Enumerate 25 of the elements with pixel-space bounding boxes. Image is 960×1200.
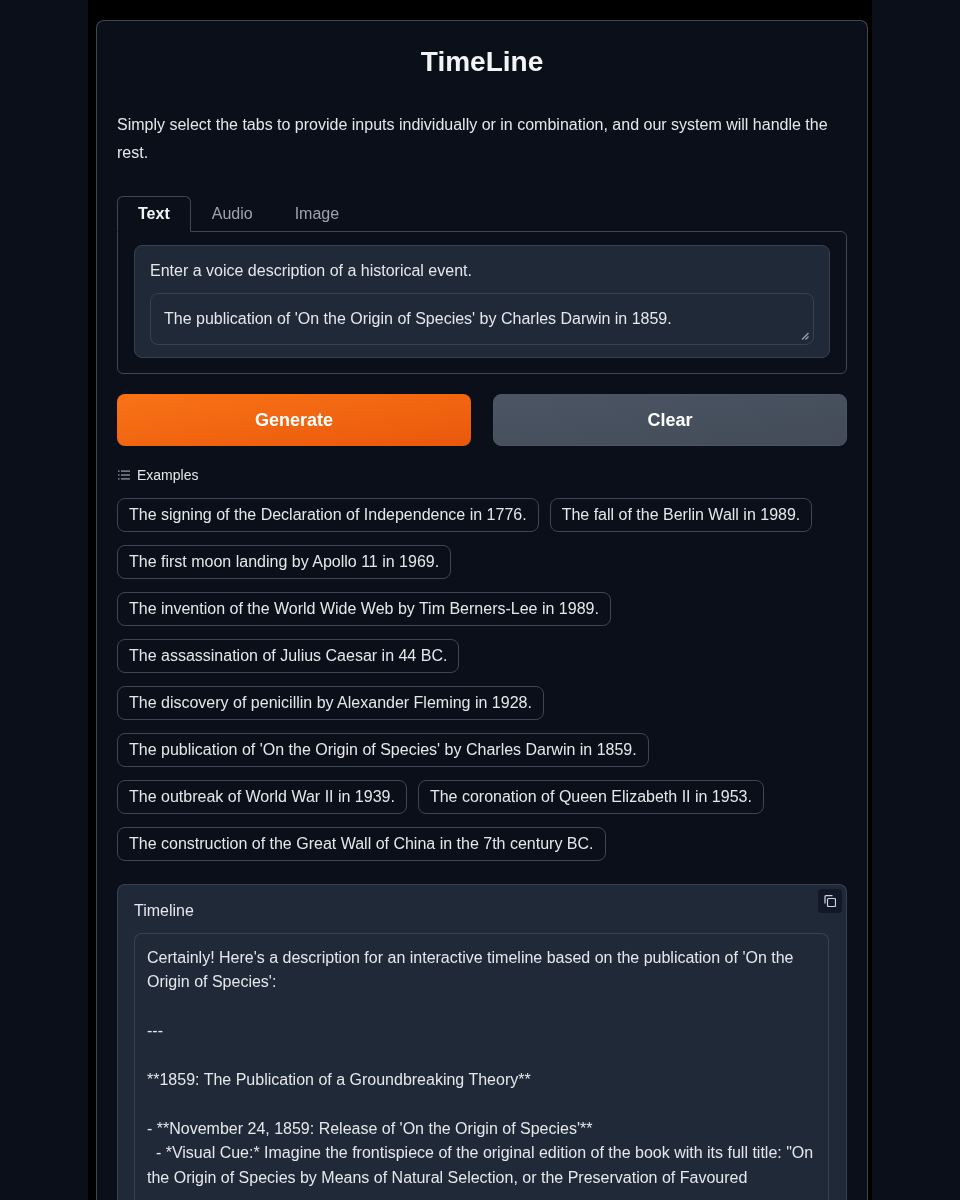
- app-description: Simply select the tabs to provide inputs individually or in combination, and our system will handle the rest.: [117, 115, 829, 163]
- example-chip[interactable]: The outbreak of World War II in 1939.: [117, 780, 407, 814]
- example-chip[interactable]: The invention of the World Wide Web by Tim Berners-Lee in 1989.: [117, 592, 611, 626]
- example-chip[interactable]: The discovery of penicillin by Alexander Fleming in 1928.: [117, 686, 544, 720]
- copy-icon: [824, 895, 836, 907]
- examples-title: Examples: [137, 466, 199, 484]
- example-chip[interactable]: The assassination of Julius Caesar in 44 BC.: [117, 639, 460, 673]
- text-input-field[interactable]: The publication of 'On the Origin of Species' by Charles Darwin in 1859.: [150, 293, 814, 345]
- example-chip[interactable]: The coronation of Queen Elizabeth II in 1953.: [417, 780, 764, 814]
- example-chip[interactable]: The first moon landing by Apollo 11 in 1969.: [117, 545, 452, 579]
- output-textbox[interactable]: Certainly! Here's a description for an interactive timeline based on the publication of 'On the Origin of Species': --- **1859: The Publication of a Groundbreaking Theory** - **November 24, 1859: Release of 'On the Origin of Species'** - *Visual Cue:* Imagine the frontispiece of the original edition of the book with its full title: "On the Origin of Species by Means of Natural Selection, or the Preservation of Favoured: [134, 933, 829, 1200]
- example-chip[interactable]: The publication of 'On the Origin of Species' by Charles Darwin in 1859.: [117, 733, 649, 767]
- tab[interactable]: Audio: [190, 196, 274, 232]
- tab[interactable]: Image: [273, 196, 361, 232]
- tab[interactable]: Text: [117, 196, 191, 232]
- list-icon: [118, 470, 130, 480]
- input-label: Enter a voice description of a historical event.: [150, 261, 472, 281]
- clear-button[interactable]: Clear: [493, 394, 847, 446]
- example-chip[interactable]: The construction of the Great Wall of China in the 7th century BC.: [117, 827, 606, 861]
- app-title: TimeLine: [420, 45, 544, 79]
- copy-button[interactable]: [818, 889, 842, 913]
- example-chip[interactable]: The fall of the Berlin Wall in 1989.: [549, 498, 813, 532]
- resize-handle-icon[interactable]: [801, 332, 809, 340]
- output-label: Timeline: [134, 901, 194, 921]
- example-chip[interactable]: The signing of the Declaration of Independence in 1776.: [117, 498, 539, 532]
